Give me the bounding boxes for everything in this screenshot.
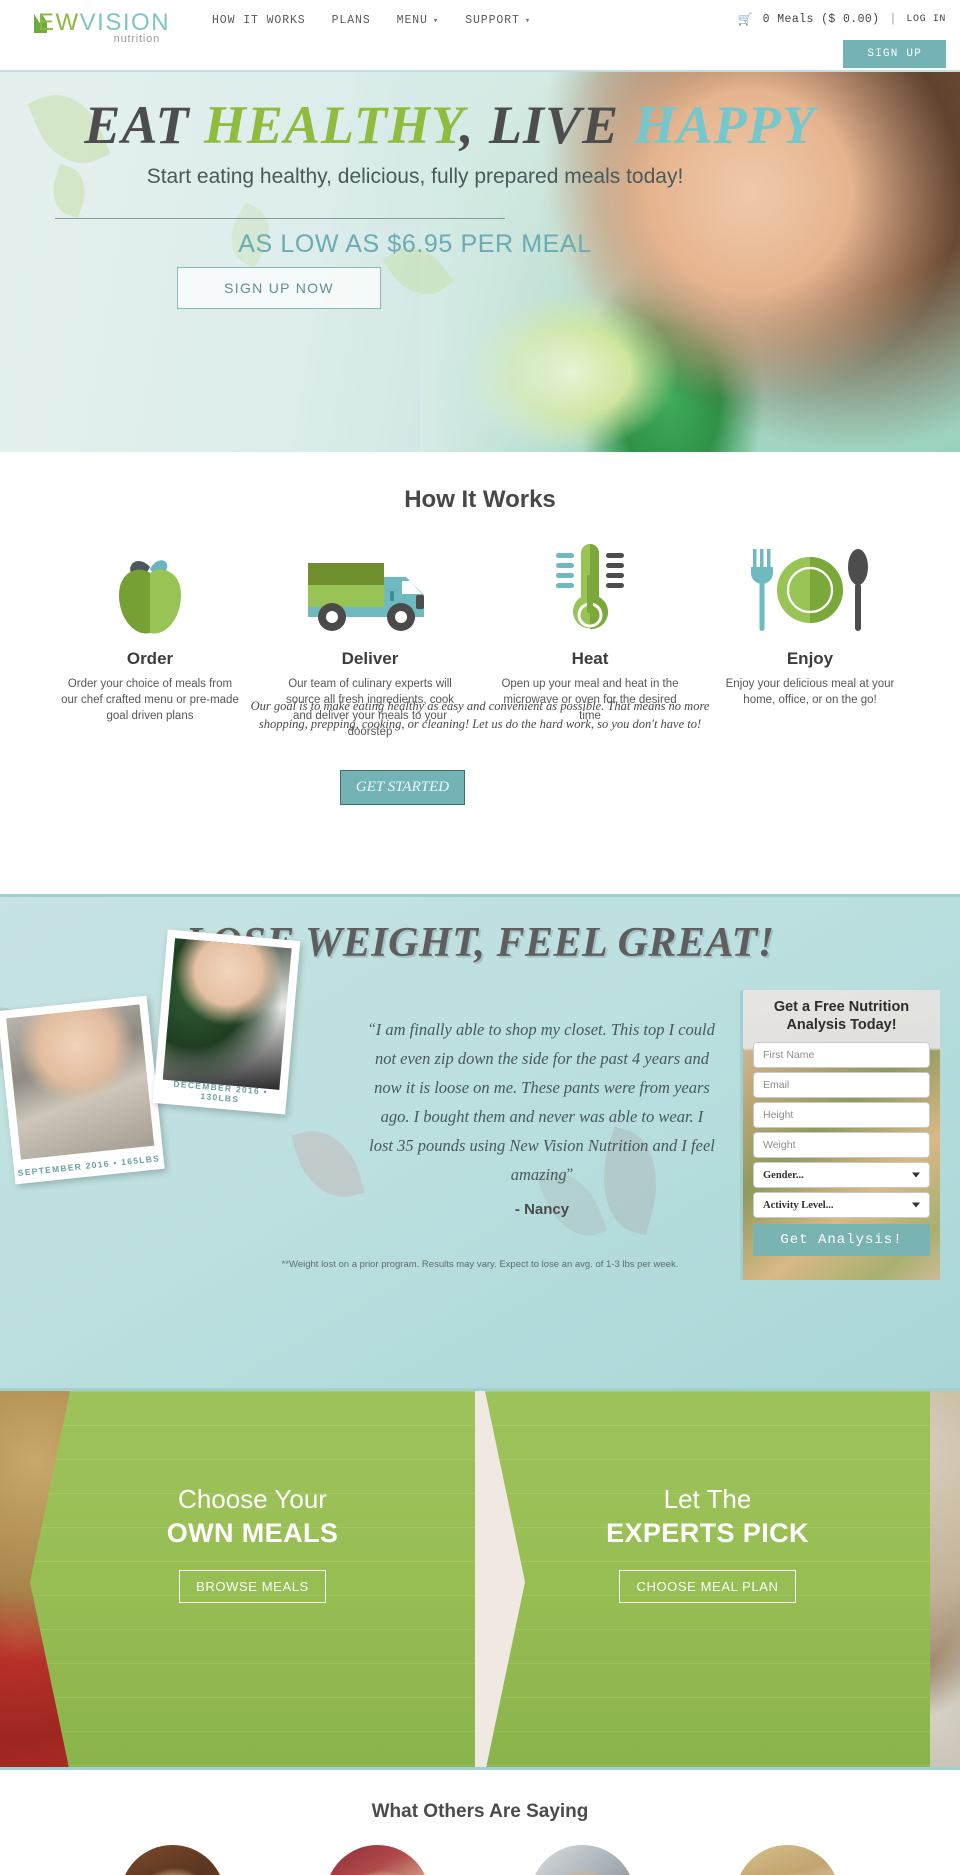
apple-icon-wrap [40,534,260,639]
header-utility-area: 🛒 0 Meals ($ 0.00) | LOG IN [738,12,946,27]
hero-section: EAT HEALTHY, LIVE HAPPY Start eating hea… [0,72,960,452]
logo-new-text: EW [38,9,80,36]
shopping-cart-icon[interactable]: 🛒 [738,12,753,27]
panel-left-line1: Choose Your [178,1484,327,1514]
get-analysis-button[interactable]: Get Analysis! [753,1224,930,1256]
landing-page: EWVISION nutrition HOW IT WORKS PLANS ME… [0,0,960,1875]
weight-loss-disclaimer: **Weight lost on a prior program. Result… [281,1259,679,1270]
signup-button[interactable]: SIGN UP [843,40,946,68]
step-enjoy-title: Enjoy [786,649,834,668]
testimonials-section: What Others Are Saying [0,1773,960,1875]
hero-headline-part-3: , LIVE [460,95,634,155]
height-input[interactable]: Height [753,1102,930,1128]
testimonial-quote-block: “I am finally able to shop my closet. Th… [368,1015,716,1218]
avatar[interactable] [120,1845,225,1875]
nav-item-plans[interactable]: PLANS [332,14,371,27]
how-it-works-section: How It Works Order Order your choice of … [0,452,960,805]
before-photo-card: SEPTEMBER 2016 • 165LBS [0,995,165,1185]
meal-choice-panels: Choose Your OWN MEALS BROWSE MEALS Let T… [0,1388,960,1770]
hero-headline: EAT HEALTHY, LIVE HAPPY [0,94,900,156]
lose-weight-section: LOSE WEIGHT, FEEL GREAT! SEPTEMBER 2016 … [0,894,960,1388]
panel-right-content: Let The EXPERTS PICK CHOOSE MEAL PLAN [485,1391,930,1603]
panel-right-line1: Let The [663,1484,752,1514]
panel-experts-pick: Let The EXPERTS PICK CHOOSE MEAL PLAN [485,1391,930,1767]
hero-divider [55,218,505,219]
activity-level-select-label: Activity Level... [763,1199,834,1211]
site-header: EWVISION nutrition HOW IT WORKS PLANS ME… [0,0,960,72]
before-photo-image [6,1004,155,1160]
first-name-input[interactable]: First Name [753,1042,930,1068]
weight-input[interactable]: Weight [753,1132,930,1158]
step-order-desc: Order your choice of meals from our chef… [61,678,239,722]
hero-signup-now-button[interactable]: SIGN UP NOW [177,267,381,309]
site-logo[interactable]: EWVISION nutrition [18,4,171,52]
mission-statement: Our goal is to make eating healthy as ea… [250,699,710,731]
logo-tagline: nutrition [113,33,160,45]
avatar[interactable] [325,1845,430,1875]
thermometer-icon-wrap [480,534,700,639]
testimonial-avatars [0,1845,960,1875]
activity-level-select[interactable]: Activity Level... [753,1192,930,1218]
gender-select-label: Gender... [763,1169,804,1181]
nutrition-analysis-form: Get a Free Nutrition Analysis Today! Fir… [740,990,940,1280]
plate-cutlery-icon-wrap [700,534,920,639]
panel-left-content: Choose Your OWN MEALS BROWSE MEALS [30,1391,475,1603]
how-it-works-title: How It Works [404,486,556,513]
gender-select[interactable]: Gender... [753,1162,930,1188]
nav-item-menu[interactable]: MENU ▾ [397,14,440,27]
step-heat-title: Heat [571,649,609,668]
hero-subtitle: Start eating healthy, delicious, fully p… [146,165,684,188]
nav-label: MENU [396,14,428,27]
chevron-down-icon [912,1172,920,1178]
nav-label: HOW IT WORKS [212,14,306,27]
panel-choose-own-meals: Choose Your OWN MEALS BROWSE MEALS [30,1391,475,1767]
step-enjoy-desc: Enjoy your delicious meal at your home, … [725,678,895,706]
panel-left-line2: OWN MEALS [166,1518,339,1548]
nav-item-support[interactable]: SUPPORT ▾ [465,14,531,27]
nav-label: PLANS [331,14,371,27]
hero-headline-part-4: HAPPY [633,95,816,155]
testimonial-quote: “I am finally able to shop my closet. Th… [368,1015,716,1189]
get-started-button[interactable]: GET STARTED [340,770,465,805]
delivery-truck-icon-wrap [260,534,480,639]
nav-label: SUPPORT [465,14,520,27]
plate-cutlery-icon [751,549,868,631]
browse-meals-button[interactable]: BROWSE MEALS [179,1570,326,1603]
avatar[interactable] [530,1845,635,1875]
step-deliver-title: Deliver [341,649,399,668]
chevron-down-icon [912,1202,920,1208]
chevron-down-icon: ▾ [524,15,532,26]
thermometer-icon [556,544,624,630]
separator: | [889,13,897,26]
lose-weight-title: LOSE WEIGHT, FEEL GREAT! [185,920,775,966]
email-input[interactable]: Email [753,1072,930,1098]
cart-summary[interactable]: 0 Meals ($ 0.00) [763,13,880,26]
apple-icon [119,560,181,634]
quote-close-mark: ” [566,1166,574,1182]
form-title: Get a Free Nutrition Analysis Today! [773,999,910,1033]
step-order: Order Order your choice of meals from ou… [40,534,260,740]
step-enjoy: Enjoy Enjoy your delicious meal at your … [700,534,920,740]
quote-open-mark: “ [369,1021,376,1037]
decorative-leaf-icon [291,1121,365,1207]
chevron-down-icon: ▾ [432,15,440,26]
hero-headline-part-2: HEALTHY [203,95,461,155]
testimonials-title: What Others Are Saying [371,1801,589,1822]
avatar[interactable] [735,1845,840,1875]
testimonial-quote-text: I am finally able to shop my closet. Thi… [369,1020,715,1184]
hero-price-line: AS LOW AS $6.95 PER MEAL [238,230,592,258]
login-link[interactable]: LOG IN [906,14,946,25]
panel-right-line2: EXPERTS PICK [606,1518,809,1548]
logo-vision-text: VISION [79,9,171,36]
delivery-truck-icon [308,563,424,631]
choose-meal-plan-button[interactable]: CHOOSE MEAL PLAN [619,1570,796,1603]
main-navigation: HOW IT WORKS PLANS MENU ▾ SUPPORT ▾ [212,14,531,27]
hero-headline-part-1: EAT [84,95,204,155]
after-photo-image [162,938,292,1090]
testimonial-author: - Nancy [514,1201,570,1218]
step-order-title: Order [126,649,174,668]
after-photo-card: DECEMBER 2016 • 130LBS [152,929,301,1115]
nav-item-how-it-works[interactable]: HOW IT WORKS [212,14,306,27]
